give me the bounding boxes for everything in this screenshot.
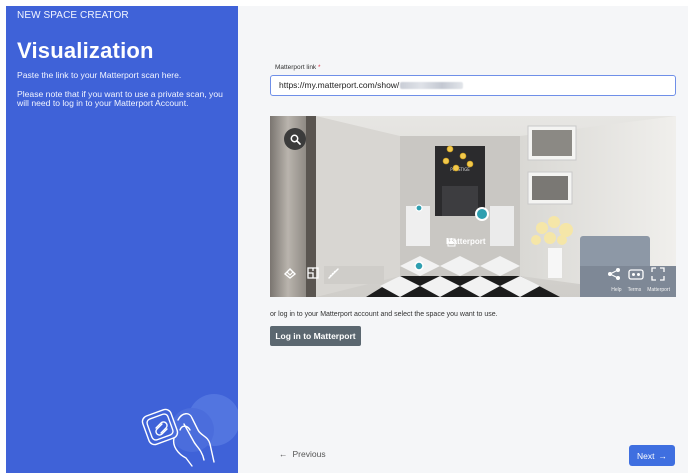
input-value: https://my.matterport.com/show/ — [279, 80, 400, 90]
required-mark: * — [318, 64, 321, 71]
vr-icon[interactable] — [628, 267, 644, 281]
help-link[interactable]: Help — [611, 287, 621, 293]
sidebar-instructions: Paste the link to your Matterport scan h… — [17, 70, 182, 80]
sidebar-caption: NEW SPACE CREATOR — [17, 10, 129, 21]
share-icon[interactable] — [607, 267, 621, 281]
next-label: Next — [637, 450, 655, 461]
measure-tool-icon[interactable] — [326, 266, 340, 280]
matterport-logo-text: Matterport — [446, 237, 486, 246]
matterport-logo: Matterport — [446, 237, 486, 246]
search-icon[interactable] — [284, 128, 306, 150]
fullscreen-icon[interactable] — [651, 267, 665, 281]
arrow-left-icon: ← — [279, 449, 288, 459]
terms-link[interactable]: Terms — [628, 287, 642, 293]
floorplan-view-icon[interactable] — [306, 266, 320, 280]
matterport-preview[interactable]: PRESTIGE Matterport Help Terms Matterpor… — [270, 116, 676, 297]
matterport-link[interactable]: Matterport — [647, 287, 670, 293]
dollhouse-view-icon[interactable] — [283, 266, 297, 280]
matterport-link-label: Matterport link * — [275, 64, 321, 71]
arrow-right-icon: → — [658, 450, 667, 461]
login-matterport-button[interactable]: Log in to Matterport — [270, 326, 361, 346]
main-panel: Matterport link * https://my.matterport.… — [238, 6, 688, 473]
sidebar: NEW SPACE CREATOR Visualization Paste th… — [6, 6, 238, 473]
next-button[interactable]: Next → — [629, 445, 675, 466]
link-hand-illustration-icon — [141, 394, 238, 467]
label-text: Matterport link — [275, 64, 317, 71]
matterport-link-input[interactable]: https://my.matterport.com/show/ — [270, 75, 676, 96]
redacted-model-id — [400, 82, 464, 89]
page-title: Visualization — [17, 38, 154, 63]
login-note: or log in to your Matterport account and… — [270, 311, 498, 318]
previous-label: Previous — [292, 449, 326, 459]
sidebar-private-note: Please note that if you want to use a pr… — [17, 89, 223, 108]
previous-button[interactable]: ← Previous — [279, 449, 326, 459]
preview-footer-links: Help Terms Matterport — [611, 287, 670, 293]
